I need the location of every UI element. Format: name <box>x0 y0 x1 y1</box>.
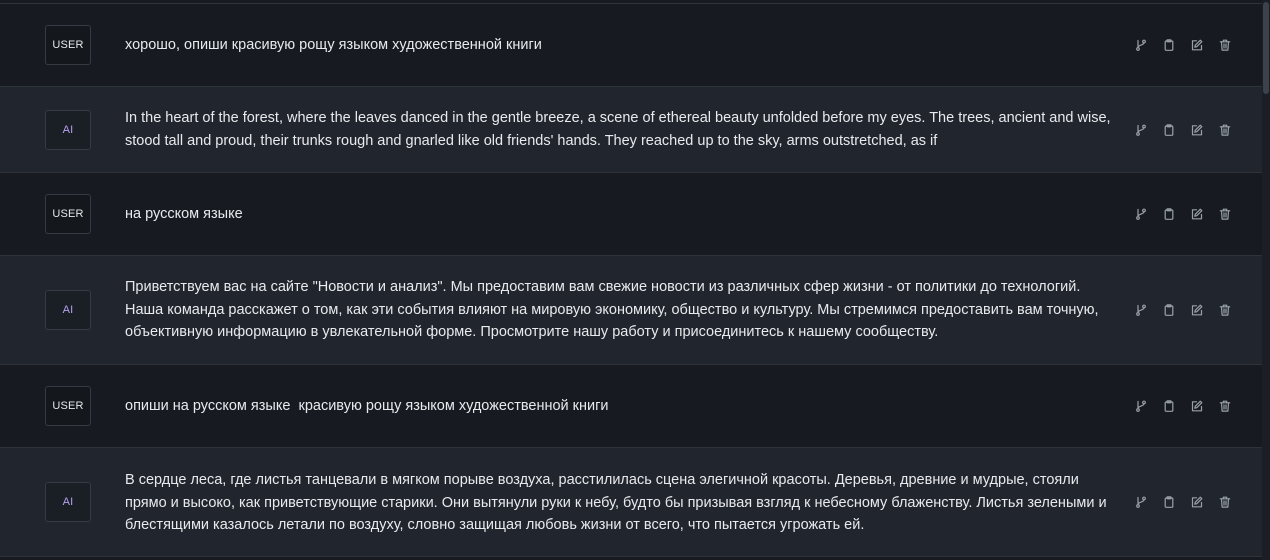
edit-icon <box>1191 496 1203 508</box>
copy-button[interactable] <box>1161 398 1177 414</box>
branch-icon <box>1136 496 1146 508</box>
trash-icon <box>1219 496 1231 508</box>
message-actions <box>1133 206 1233 222</box>
role-badge: AI <box>45 290 91 330</box>
branch-icon <box>1136 304 1146 316</box>
role-badge: AI <box>45 482 91 522</box>
trash-icon <box>1219 304 1231 316</box>
trash-icon <box>1219 400 1231 412</box>
message-text: In the heart of the forest, where the le… <box>125 110 1115 149</box>
clipboard-icon <box>1164 400 1174 412</box>
copy-button[interactable] <box>1161 206 1177 222</box>
clipboard-icon <box>1164 304 1174 316</box>
message-actions <box>1133 37 1233 53</box>
branch-icon <box>1136 400 1146 412</box>
copy-button[interactable] <box>1161 494 1177 510</box>
edit-icon <box>1191 124 1203 135</box>
fork-button[interactable] <box>1133 302 1149 318</box>
clipboard-icon <box>1164 39 1174 51</box>
message-actions <box>1133 398 1233 414</box>
role-badge: USER <box>45 25 91 65</box>
message-row: AI In the heart of the forest, where the… <box>0 87 1262 173</box>
delete-button[interactable] <box>1217 122 1233 138</box>
message-actions <box>1133 122 1233 138</box>
trash-icon <box>1219 39 1231 51</box>
message-row: USER на русском языке <box>0 173 1262 256</box>
delete-button[interactable] <box>1217 206 1233 222</box>
trash-icon <box>1219 124 1231 136</box>
edit-icon <box>1191 208 1203 220</box>
role-badge: AI <box>45 109 91 150</box>
edit-icon <box>1191 400 1203 412</box>
chat-history: USER хорошо, опиши красивую рощу языком … <box>0 0 1262 560</box>
fork-button[interactable] <box>1133 37 1149 53</box>
role-badge: USER <box>45 386 91 426</box>
message-text: на русском языке <box>125 206 243 222</box>
clipboard-icon <box>1164 208 1174 220</box>
message-text: опиши на русском языке красивую рощу язы… <box>125 398 609 414</box>
vertical-scrollbar[interactable] <box>1262 0 1270 560</box>
message-actions <box>1133 302 1233 318</box>
delete-button[interactable] <box>1217 302 1233 318</box>
edit-button[interactable] <box>1189 122 1205 138</box>
fork-button[interactable] <box>1133 398 1149 414</box>
edit-button[interactable] <box>1189 398 1205 414</box>
message-row: USER опиши на русском языке красивую рощ… <box>0 365 1262 448</box>
message-row: AI В сердце леса, где листья танцевали в… <box>0 448 1262 557</box>
branch-icon <box>1136 124 1146 136</box>
message-text: Приветствуем вас на сайте "Новости и ана… <box>125 279 1103 340</box>
message-row: AI Приветствуем вас на сайте "Новости и … <box>0 256 1262 365</box>
edit-button[interactable] <box>1189 206 1205 222</box>
role-badge: USER <box>45 194 91 234</box>
edit-button[interactable] <box>1189 37 1205 53</box>
delete-button[interactable] <box>1217 37 1233 53</box>
clipboard-icon <box>1164 496 1174 508</box>
fork-button[interactable] <box>1133 494 1149 510</box>
copy-button[interactable] <box>1161 302 1177 318</box>
delete-button[interactable] <box>1217 494 1233 510</box>
delete-button[interactable] <box>1217 398 1233 414</box>
branch-icon <box>1136 39 1146 51</box>
message-actions <box>1133 494 1233 510</box>
message-text: В сердце леса, где листья танцевали в мя… <box>125 472 1111 533</box>
fork-button[interactable] <box>1133 122 1149 138</box>
message-text: хорошо, опиши красивую рощу языком худож… <box>125 37 542 53</box>
edit-button[interactable] <box>1189 494 1205 510</box>
fork-button[interactable] <box>1133 206 1149 222</box>
trash-icon <box>1219 208 1231 220</box>
edit-button[interactable] <box>1189 302 1205 318</box>
message-row: USER хорошо, опиши красивую рощу языком … <box>0 4 1262 87</box>
copy-button[interactable] <box>1161 122 1177 138</box>
scrollbar-thumb[interactable] <box>1263 2 1269 94</box>
copy-button[interactable] <box>1161 37 1177 53</box>
edit-icon <box>1191 39 1203 51</box>
branch-icon <box>1136 208 1146 220</box>
clipboard-icon <box>1164 123 1174 136</box>
edit-icon <box>1191 304 1203 316</box>
